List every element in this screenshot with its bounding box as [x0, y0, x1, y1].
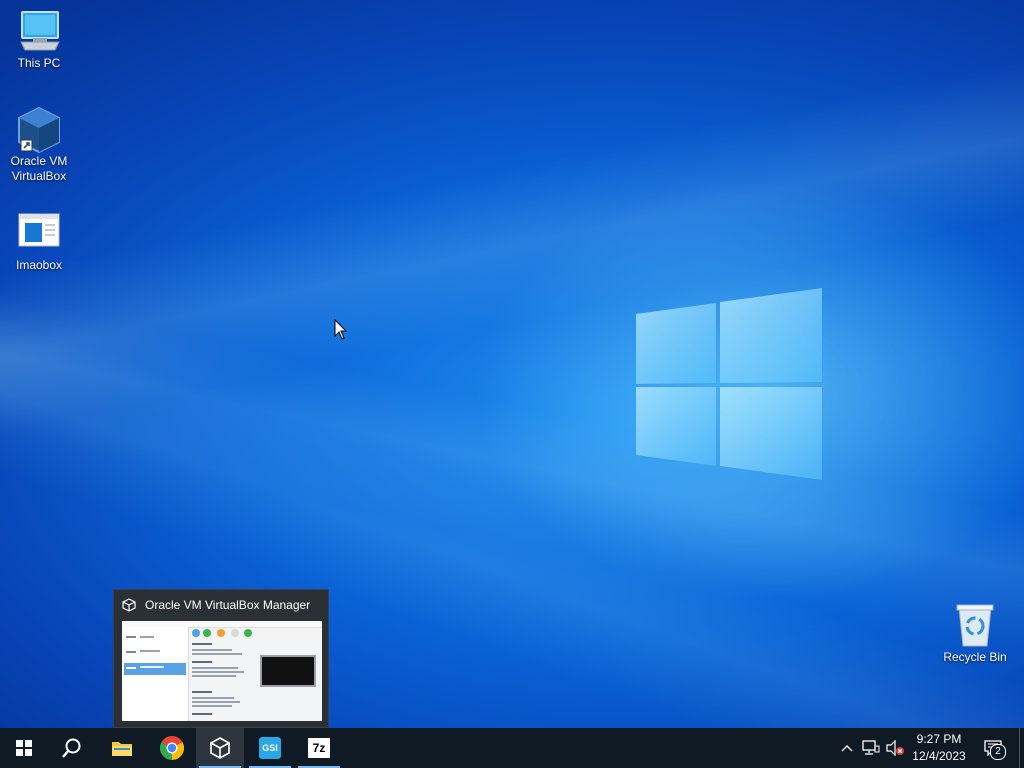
taskbar-clock[interactable]: 9:27 PM 12/4/2023	[906, 731, 972, 765]
desktop-icon-label: Imaobox	[15, 258, 63, 272]
desktop-icon-recycle-bin[interactable]: Recycle Bin	[938, 602, 1012, 665]
desktop-icon-label: Oracle VM VirtualBox	[10, 154, 68, 183]
virtualbox-icon	[15, 106, 63, 154]
start-button[interactable]	[0, 728, 48, 768]
gsi-app-icon: GSI	[259, 737, 281, 759]
desktop-icon-label: This PC	[17, 56, 61, 70]
taskbar-gsi-app[interactable]: GSI	[246, 728, 294, 768]
gsi-app-label: GSI	[262, 743, 278, 753]
chevron-up-icon	[841, 745, 853, 752]
windows-wallpaper-logo-icon	[636, 288, 822, 480]
volume-tray-button[interactable]	[884, 728, 906, 768]
clock-date: 12/4/2023	[912, 749, 966, 763]
taskbar-thumbnail-popup[interactable]: Oracle VM VirtualBox Manager	[113, 589, 329, 728]
thumbnail-title-text: Oracle VM VirtualBox Manager	[145, 598, 311, 612]
search-icon	[62, 738, 81, 758]
computer-icon	[15, 8, 63, 54]
chrome-icon	[160, 736, 184, 760]
action-center-button[interactable]: 2	[980, 728, 1006, 768]
preview-sidebar	[122, 627, 189, 721]
thumbnail-title: Oracle VM VirtualBox Manager	[122, 596, 310, 614]
show-desktop-button[interactable]	[1019, 728, 1024, 768]
network-tray-button[interactable]	[860, 728, 882, 768]
mouse-cursor-icon	[334, 319, 348, 340]
preview-details	[192, 643, 254, 719]
virtualbox-icon	[210, 737, 230, 759]
recycle-bin-icon	[951, 602, 999, 648]
show-hidden-icons-button[interactable]	[836, 728, 858, 768]
virtualbox-icon	[122, 598, 136, 612]
7zip-icon: 7z	[308, 738, 330, 758]
notification-count-badge: 2	[990, 744, 1006, 760]
taskbar: GSI 7z 9:27 PM 12/4/2023 2	[0, 728, 1024, 768]
clock-time: 9:27 PM	[916, 732, 962, 746]
thumbnail-window-preview[interactable]	[122, 621, 322, 721]
folder-icon	[112, 742, 132, 756]
desktop-icon-virtualbox[interactable]: Oracle VM VirtualBox	[2, 106, 76, 184]
desktop-icon-label: Recycle Bin	[943, 650, 1007, 664]
volume-muted-icon	[886, 740, 904, 756]
taskbar-chrome[interactable]	[148, 728, 196, 768]
taskbar-virtualbox[interactable]	[196, 728, 244, 768]
taskbar-file-explorer[interactable]	[98, 728, 146, 768]
7zip-label: 7z	[312, 741, 326, 755]
preview-vm-screen	[260, 655, 316, 687]
windows-start-icon	[16, 740, 32, 756]
taskbar-7zip[interactable]: 7z	[295, 728, 343, 768]
network-icon	[862, 740, 880, 755]
preview-toolbar	[192, 629, 258, 639]
desktop-icon-this-pc[interactable]: This PC	[2, 8, 76, 71]
desktop-icon-imaobox[interactable]: Imaobox	[2, 210, 76, 273]
app-window-icon	[15, 210, 63, 256]
search-button[interactable]	[48, 728, 96, 768]
